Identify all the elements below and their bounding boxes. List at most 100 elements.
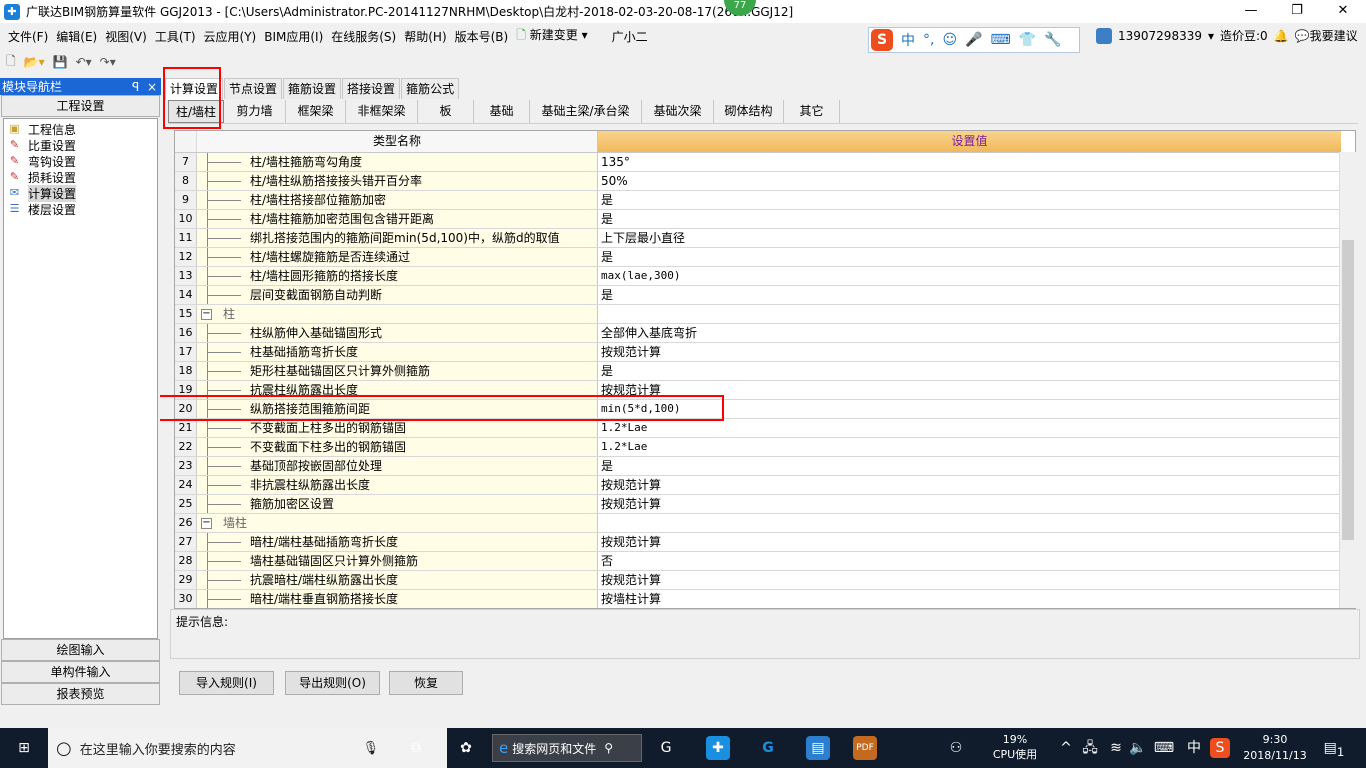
row-name[interactable]: 不变截面上柱多出的钢筋锚固 bbox=[197, 419, 598, 437]
row-value[interactable]: 按规范计算 bbox=[598, 476, 1355, 494]
restore-button[interactable]: 恢复 bbox=[389, 671, 463, 695]
row-value[interactable]: 是 bbox=[598, 286, 1355, 304]
nav-section-project-settings[interactable]: 工程设置 bbox=[1, 95, 160, 117]
row-value[interactable]: 是 bbox=[598, 210, 1355, 228]
subtab-foundation-main-beam[interactable]: 基础主梁/承台梁 bbox=[530, 100, 642, 123]
table-row[interactable]: 12 柱/墙柱螺旋箍筋是否连续通过是 bbox=[175, 248, 1355, 267]
row-value[interactable]: 按规范计算 bbox=[598, 343, 1355, 361]
row-value[interactable]: 按规范计算 bbox=[598, 533, 1355, 551]
table-row[interactable]: 28 墙柱基础锚固区只计算外侧箍筋否 bbox=[175, 552, 1355, 571]
microphone-icon[interactable]: 🎤 bbox=[965, 32, 982, 48]
sogou-logo[interactable]: S bbox=[871, 29, 893, 51]
subtab-other[interactable]: 其它 bbox=[784, 100, 840, 123]
notification-icon[interactable]: ▤1 bbox=[1322, 736, 1346, 760]
row-name[interactable]: 柱/墙柱搭接部位箍筋加密 bbox=[197, 191, 598, 209]
group-row[interactable]: 15− 柱 bbox=[175, 305, 1355, 324]
chevron-down-icon[interactable]: ▾ bbox=[1208, 29, 1214, 43]
bell-icon[interactable]: 🔔 bbox=[1274, 29, 1289, 43]
row-name[interactable]: 柱/墙柱箍筋加密范围包含错开距离 bbox=[197, 210, 598, 228]
row-name[interactable]: 柱/墙柱螺旋箍筋是否连续通过 bbox=[197, 248, 598, 266]
subtab-frame-beam[interactable]: 框架梁 bbox=[286, 100, 346, 123]
nav-item-floor[interactable]: ☰ 楼层设置 bbox=[4, 201, 157, 217]
ime-lang[interactable]: 中 bbox=[901, 30, 915, 50]
row-value[interactable]: 按规范计算 bbox=[598, 495, 1355, 513]
row-name[interactable]: 柱基础插筋弯折长度 bbox=[197, 343, 598, 361]
menu-assistant[interactable]: 广小二 bbox=[612, 28, 648, 45]
punctuation-icon[interactable]: °, bbox=[923, 32, 934, 48]
table-row[interactable]: 7 柱/墙柱箍筋弯勾角度 135° bbox=[175, 153, 1355, 172]
scroll-thumb[interactable] bbox=[1342, 240, 1354, 540]
row-name[interactable]: 层间变截面钢筋自动判断 bbox=[197, 286, 598, 304]
group-row[interactable]: 26− 墙柱 bbox=[175, 514, 1355, 533]
table-row[interactable]: 16 柱纵筋伸入基础锚固形式 全部伸入基底弯折 bbox=[175, 324, 1355, 343]
nav-drawing-input[interactable]: 绘图输入 bbox=[1, 639, 160, 661]
skin-icon[interactable]: 👕 bbox=[1019, 32, 1036, 48]
close-icon[interactable]: × bbox=[147, 80, 157, 94]
nav-item-loss[interactable]: ✎ 损耗设置 bbox=[4, 169, 157, 185]
row-value[interactable]: 1.2*Lae bbox=[598, 419, 1355, 437]
table-row[interactable]: 18 矩形柱基础锚固区只计算外侧箍筋是 bbox=[175, 362, 1355, 381]
row-value[interactable]: 按墙柱计算 bbox=[598, 590, 1355, 608]
row-value[interactable]: 上下层最小直径 bbox=[598, 229, 1355, 247]
collapse-icon[interactable]: − bbox=[201, 309, 212, 320]
table-row[interactable]: 23 基础顶部按嵌固部位处理是 bbox=[175, 457, 1355, 476]
row-value[interactable]: 按规范计算 bbox=[598, 571, 1355, 589]
clock[interactable]: 9:30 2018/11/13 bbox=[1240, 732, 1310, 764]
row-name[interactable]: 柱/墙柱圆形箍筋的搭接长度 bbox=[197, 267, 598, 285]
tab-stirrup-settings[interactable]: 箍筋设置 bbox=[283, 78, 342, 99]
pdf-app-icon[interactable]: PDF bbox=[853, 736, 877, 760]
undo-icon[interactable]: ↶▾ bbox=[76, 55, 92, 69]
row-name[interactable]: − 柱 bbox=[197, 305, 598, 323]
row-value[interactable]: 是 bbox=[598, 362, 1355, 380]
tab-node-settings[interactable]: 节点设置 bbox=[224, 78, 283, 99]
menu-help[interactable]: 帮助(H) bbox=[404, 28, 446, 45]
keyboard-icon[interactable]: ⌨ bbox=[1152, 736, 1176, 760]
row-value[interactable]: 是 bbox=[598, 248, 1355, 266]
export-rules-button[interactable]: 导出规则(O) bbox=[285, 671, 380, 695]
menu-bim[interactable]: BIM应用(I) bbox=[264, 28, 323, 45]
row-value[interactable]: 50% bbox=[598, 172, 1355, 190]
network-icon[interactable]: 🖧 bbox=[1078, 736, 1102, 760]
clipboard-app-icon[interactable]: ▤ bbox=[806, 736, 830, 760]
open-folder-icon[interactable]: 📂▾ bbox=[24, 55, 45, 69]
table-row[interactable]: 14 层间变截面钢筋自动判断是 bbox=[175, 286, 1355, 305]
table-row[interactable]: 30 暗柱/端柱垂直钢筋搭接长度 按墙柱计算 bbox=[175, 590, 1355, 608]
import-rules-button[interactable]: 导入规则(I) bbox=[179, 671, 274, 695]
pin-icon[interactable]: ꟼ bbox=[132, 80, 139, 94]
user-phone[interactable]: 13907298339 bbox=[1118, 29, 1202, 43]
row-name[interactable]: 墙柱基础锚固区只计算外侧箍筋 bbox=[197, 552, 598, 570]
glodon-app-icon[interactable]: ✚ bbox=[706, 736, 730, 760]
table-row[interactable]: 8 柱/墙柱纵筋搭接接头错开百分率 50% bbox=[175, 172, 1355, 191]
wrench-icon[interactable]: 🔧 bbox=[1044, 32, 1061, 48]
row-value[interactable]: 是 bbox=[598, 457, 1355, 475]
glodon-g-icon[interactable]: G bbox=[756, 736, 780, 760]
people-icon[interactable]: ⚇ bbox=[944, 736, 968, 760]
close-button[interactable]: ✕ bbox=[1320, 0, 1366, 23]
row-name[interactable]: 柱纵筋伸入基础锚固形式 bbox=[197, 324, 598, 342]
subtab-slab[interactable]: 板 bbox=[418, 100, 474, 123]
browser-search-box[interactable]: e 搜索网页和文件 ⚲ bbox=[492, 734, 642, 762]
table-row[interactable]: 17 柱基础插筋弯折长度 按规范计算 bbox=[175, 343, 1355, 362]
menu-tools[interactable]: 工具(T) bbox=[155, 28, 196, 45]
table-row[interactable]: 13 柱/墙柱圆形箍筋的搭接长度 max(lae,300) bbox=[175, 267, 1355, 286]
minimize-button[interactable]: — bbox=[1228, 0, 1274, 23]
menu-version[interactable]: 版本号(B) bbox=[455, 28, 509, 45]
row-value[interactable]: 全部伸入基底弯折 bbox=[598, 324, 1355, 342]
save-icon[interactable]: 💾 bbox=[53, 55, 68, 69]
chevron-up-icon[interactable]: ^ bbox=[1054, 736, 1078, 760]
task-view-icon[interactable]: ⧉ bbox=[404, 736, 428, 760]
table-row[interactable]: 27 暗柱/端柱基础插筋弯折长度 按规范计算 bbox=[175, 533, 1355, 552]
menu-new-change[interactable]: 🗋 新建变更 ▾ bbox=[516, 26, 587, 47]
row-name[interactable]: 柱/墙柱纵筋搭接接头错开百分率 bbox=[197, 172, 598, 190]
table-row[interactable]: 22 不变截面下柱多出的钢筋锚固 1.2*Lae bbox=[175, 438, 1355, 457]
subtab-nonframe-beam[interactable]: 非框架梁 bbox=[346, 100, 418, 123]
redo-icon[interactable]: ↷▾ bbox=[100, 55, 116, 69]
row-value[interactable]: 1.2*Lae bbox=[598, 438, 1355, 456]
menu-file[interactable]: 文件(F) bbox=[8, 28, 48, 45]
menu-cloud[interactable]: 云应用(Y) bbox=[204, 28, 257, 45]
table-row[interactable]: 11 绑扎搭接范围内的箍筋间距min(5d,100)中，纵筋d的取值 上下层最小直径 bbox=[175, 229, 1355, 248]
microphone-icon[interactable]: 🎙 bbox=[362, 741, 379, 756]
row-value[interactable]: max(lae,300) bbox=[598, 267, 1355, 285]
table-row[interactable]: 25 箍筋加密区设置 按规范计算 bbox=[175, 495, 1355, 514]
emoji-icon[interactable]: ☺ bbox=[942, 32, 957, 48]
